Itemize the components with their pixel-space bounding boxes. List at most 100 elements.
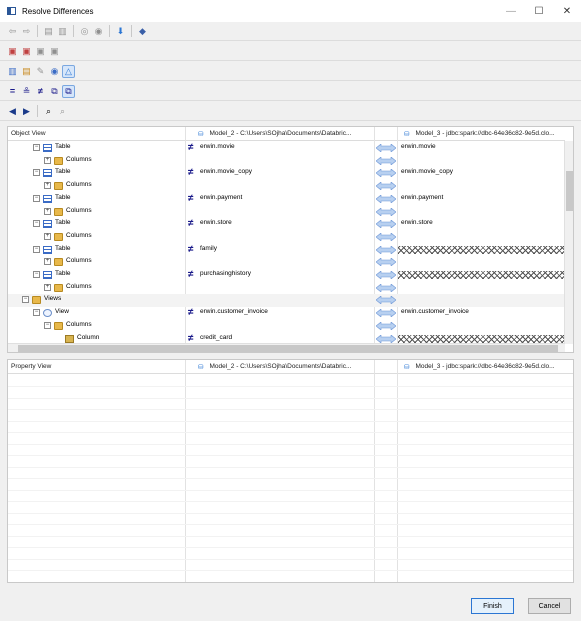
- tree-row[interactable]: − Table ≠ erwin.store erwin.store: [8, 218, 565, 231]
- scrollbar-thumb[interactable]: [566, 171, 573, 211]
- right-model-header: ⛁ Model_3 - jdbc:spark://dbc-64e36c82-9e…: [398, 127, 565, 141]
- expand-icon[interactable]: +: [44, 232, 51, 240]
- collapse-icon[interactable]: −: [33, 144, 40, 151]
- toolbar-navigation: ⇦ ⇨ ▤ ▥ ◎ ◉ ⬇ ◆: [0, 22, 581, 41]
- tree-row[interactable]: + Columns: [8, 180, 565, 193]
- tree-row-label: Views: [44, 295, 62, 303]
- tree-row-label: Table: [55, 193, 71, 201]
- tree-row[interactable]: + Columns: [8, 206, 565, 219]
- tree-row[interactable]: − Table ≠ erwin.payment erwin.payment: [8, 193, 565, 206]
- show-differences-icon[interactable]: △: [62, 64, 75, 78]
- bidirectional-arrow-icon[interactable]: [375, 257, 397, 267]
- tree-row[interactable]: + Columns: [8, 155, 565, 168]
- import-icon[interactable]: ⬇: [115, 26, 126, 37]
- tree-row[interactable]: + Columns: [8, 256, 565, 269]
- equal-underline-icon[interactable]: ≗: [21, 86, 32, 97]
- bidirectional-arrow-icon[interactable]: [375, 232, 397, 242]
- scrollbar-thumb[interactable]: [18, 345, 558, 352]
- grid-line: [8, 443, 573, 445]
- grid-line: [8, 455, 573, 456]
- collapse-icon[interactable]: −: [33, 309, 40, 317]
- tree-row[interactable]: − Table ≠ erwin.movie erwin.movie: [8, 142, 565, 155]
- expand-icon[interactable]: +: [44, 258, 51, 266]
- next-difference-icon[interactable]: ⇨: [21, 26, 32, 37]
- right-only-icon[interactable]: ⧉: [62, 84, 75, 98]
- minimize-button[interactable]: —: [496, 0, 526, 22]
- bidirectional-arrow-icon[interactable]: [375, 181, 397, 191]
- horizontal-scrollbar[interactable]: [8, 343, 565, 352]
- expand-icon[interactable]: +: [44, 207, 51, 215]
- cancel-button[interactable]: Cancel: [528, 598, 571, 614]
- tree-row[interactable]: + Columns: [8, 231, 565, 244]
- find-next-icon[interactable]: ⌕: [57, 106, 68, 117]
- model-icon: ⛁: [404, 363, 410, 371]
- column-divider: [185, 360, 186, 582]
- bidirectional-arrow-icon[interactable]: [375, 295, 397, 306]
- bidirectional-arrow-icon[interactable]: [375, 283, 397, 293]
- eraser-icon[interactable]: ◆: [137, 26, 148, 37]
- tree-row[interactable]: + Columns: [8, 282, 565, 295]
- bidirectional-arrow-icon[interactable]: [375, 168, 397, 179]
- not-equal-icon: ≠: [188, 332, 194, 344]
- bidirectional-arrow-icon[interactable]: [375, 308, 397, 318]
- save-icon[interactable]: ▥: [7, 66, 18, 77]
- bidirectional-arrow-icon[interactable]: [375, 219, 397, 229]
- toolbar-separator: [109, 25, 110, 37]
- tree-row[interactable]: − Table ≠ erwin.movie_copy erwin.movie_copy: [8, 167, 565, 180]
- tree-row[interactable]: − View ≠ erwin.customer_invoice erwin.custom…: [8, 307, 565, 320]
- bidirectional-arrow-icon[interactable]: [375, 143, 397, 153]
- collapse-icon[interactable]: −: [22, 296, 29, 304]
- previous-difference-icon[interactable]: ⇦: [7, 26, 18, 37]
- redo-icon[interactable]: ◉: [93, 26, 104, 37]
- maximize-button[interactable]: ☐: [524, 0, 554, 22]
- tree-row[interactable]: − Columns: [8, 320, 565, 333]
- grid-line: [8, 466, 573, 468]
- equal-icon[interactable]: =: [7, 86, 18, 97]
- grid-line: [8, 512, 573, 514]
- collapse-icon[interactable]: −: [33, 220, 40, 228]
- bidirectional-arrow-icon[interactable]: [375, 321, 397, 331]
- tree-row[interactable]: − Views: [8, 294, 565, 308]
- bidirectional-arrow-icon[interactable]: [375, 333, 397, 344]
- tree-row-label: Table: [55, 244, 71, 252]
- report-icon[interactable]: ▤: [21, 66, 32, 77]
- tree-row[interactable]: − Table ≠ purchasinghistory: [8, 269, 568, 282]
- bidirectional-arrow-icon[interactable]: [375, 156, 397, 166]
- collapse-icon[interactable]: −: [33, 194, 40, 202]
- options-icon[interactable]: ◉: [49, 66, 60, 77]
- collapse-icon[interactable]: −: [33, 245, 40, 253]
- model-left-icon[interactable]: ▣: [7, 46, 18, 57]
- arrow-column-header: [374, 127, 398, 141]
- expand-icon[interactable]: +: [44, 156, 51, 164]
- folder-icon: [54, 232, 63, 241]
- find-icon[interactable]: ⌕: [43, 106, 54, 117]
- window-title: Resolve Differences: [22, 6, 94, 16]
- copy-right-icon[interactable]: ▥: [57, 26, 68, 37]
- tree-row[interactable]: − Table ≠ family: [8, 244, 568, 257]
- vertical-scrollbar[interactable]: [564, 141, 573, 344]
- toolbar-search: ◀ ▶ ⌕ ⌕: [0, 102, 581, 121]
- lock-icon[interactable]: ▣: [35, 46, 46, 57]
- expand-icon[interactable]: +: [44, 283, 51, 291]
- left-only-icon[interactable]: ⧉: [49, 86, 60, 97]
- bidirectional-arrow-icon[interactable]: [375, 244, 397, 255]
- left-model-header: ⛁ Model_2 - C:\Users\SOjha\Documents\Dat…: [186, 127, 374, 141]
- bidirectional-arrow-icon[interactable]: [375, 206, 397, 217]
- model-right-icon[interactable]: ▣: [21, 46, 32, 57]
- not-equal-icon[interactable]: ≠: [35, 86, 46, 97]
- close-button[interactable]: ✕: [552, 0, 581, 22]
- bidirectional-arrow-icon[interactable]: [375, 194, 397, 204]
- collapse-icon[interactable]: −: [44, 321, 51, 329]
- copy-left-icon[interactable]: ▤: [43, 26, 54, 37]
- left-model-name: Model_2 - C:\Users\SOjha\Documents\Datab…: [209, 130, 352, 137]
- bidirectional-arrow-icon[interactable]: [375, 270, 397, 280]
- finish-button[interactable]: Finish: [471, 598, 514, 614]
- prev-icon[interactable]: ◀: [7, 106, 18, 117]
- unlock-icon[interactable]: ▣: [49, 46, 60, 57]
- collapse-icon[interactable]: −: [33, 271, 40, 278]
- expand-icon[interactable]: +: [44, 182, 51, 190]
- undo-icon[interactable]: ◎: [79, 26, 90, 37]
- filter-icon[interactable]: ✎: [35, 66, 46, 77]
- collapse-icon[interactable]: −: [33, 169, 40, 177]
- next-icon[interactable]: ▶: [21, 106, 32, 117]
